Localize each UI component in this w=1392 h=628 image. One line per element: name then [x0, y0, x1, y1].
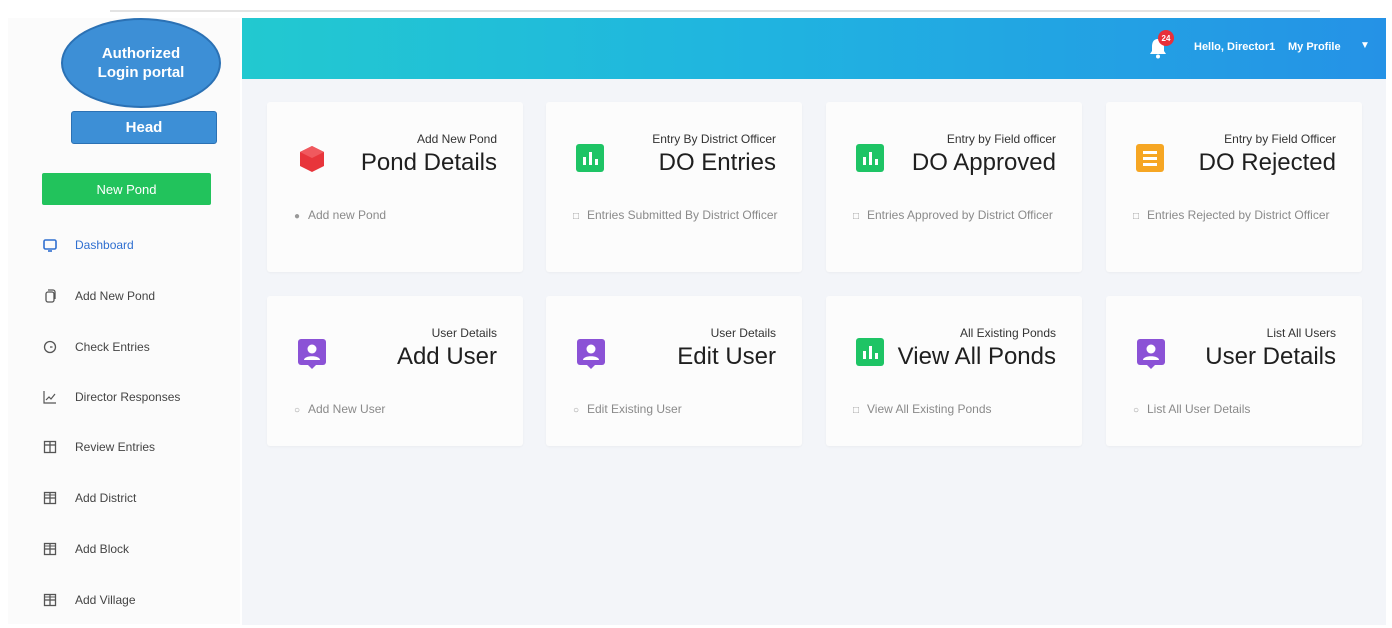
grid-icon	[42, 592, 58, 608]
card-title: View All Ponds	[897, 343, 1056, 370]
card-footer-text: Entries Rejected by District Officer	[1147, 208, 1330, 222]
card-subtitle: List All Users	[1266, 326, 1336, 340]
user-icon	[297, 338, 327, 369]
sidebar-item-label: Check Entries	[75, 340, 150, 354]
card-footer: □ Entries Approved by District Officer	[853, 206, 1058, 226]
sidebar-item-label: Add District	[75, 491, 137, 505]
card-footer-text: Add New User	[308, 402, 386, 416]
document-icon: □	[1133, 211, 1140, 222]
card-subtitle: User Details	[431, 326, 497, 340]
sidebar-item-label: Director Responses	[75, 390, 181, 404]
card-subtitle: Add New Pond	[416, 132, 497, 146]
sidebar-item-check-entries[interactable]: Check Entries	[8, 332, 240, 362]
circle-icon: ○	[573, 405, 580, 416]
card-footer: ● Add new Pond	[294, 206, 499, 226]
greeting-text: Hello, Director1	[1194, 41, 1276, 53]
my-profile-menu[interactable]: My Profile	[1288, 41, 1341, 53]
card-subtitle: Entry by Field Officer	[1224, 132, 1336, 146]
card-footer: ○ Add New User	[294, 400, 499, 420]
card-subtitle: Entry By District Officer	[652, 132, 776, 146]
bar-chart-icon	[576, 144, 606, 174]
dashboard-main: Add New Pond Pond Details ● Add new Pond …	[242, 79, 1386, 625]
card-footer-text: Add new Pond	[308, 208, 387, 222]
bar-chart-icon	[856, 144, 886, 174]
calendar-icon: □	[573, 211, 580, 222]
grid-icon	[42, 490, 58, 506]
chevron-down-icon[interactable]: ▼	[1360, 40, 1370, 51]
card-footer-text: Entries Submitted By District Officer	[587, 208, 778, 222]
bar-chart-icon	[856, 338, 886, 368]
circle-icon: ○	[294, 405, 301, 416]
copy-icon	[42, 288, 58, 304]
sidebar-item-dashboard[interactable]: Dashboard	[8, 230, 240, 260]
sidebar-item-label: Dashboard	[75, 238, 134, 252]
sidebar-item-add-district[interactable]: Add District	[8, 483, 240, 513]
card-title: Add User	[396, 343, 497, 370]
card-footer: □ Entries Rejected by District Officer	[1133, 206, 1338, 226]
columns-icon	[42, 439, 58, 455]
monitor-icon	[42, 237, 58, 253]
sidebar-item-director-responses[interactable]: Director Responses	[8, 382, 240, 412]
sidebar-item-label: Review Entries	[75, 440, 156, 454]
card-view-all-ponds[interactable]: All Existing Ponds View All Ponds □ View …	[826, 296, 1082, 446]
sidebar-item-add-block[interactable]: Add Block	[8, 534, 240, 564]
card-title: Edit User	[677, 343, 776, 370]
card-footer-text: Edit Existing User	[587, 402, 682, 416]
sidebar: Authorized Login portal Head New Pond Da…	[8, 18, 240, 624]
badge-line-1: Authorized	[101, 45, 181, 62]
sidebar-item-add-new-pond[interactable]: Add New Pond	[8, 281, 240, 311]
grid-icon	[42, 541, 58, 557]
card-footer: ○ List All User Details	[1133, 400, 1338, 420]
card-do-entries[interactable]: Entry By District Officer DO Entries □ En…	[546, 102, 802, 272]
card-pond-details[interactable]: Add New Pond Pond Details ● Add new Pond	[267, 102, 523, 272]
sidebar-item-label: Add New Pond	[75, 289, 156, 303]
card-title: DO Approved	[911, 149, 1056, 176]
card-subtitle: User Details	[710, 326, 776, 340]
card-subtitle: Entry by Field officer	[946, 132, 1056, 146]
card-footer: □ Entries Submitted By District Officer	[573, 206, 778, 226]
card-title: Pond Details	[360, 149, 497, 176]
head-button[interactable]: Head	[71, 111, 217, 144]
top-divider	[110, 10, 1320, 12]
sidebar-item-add-village[interactable]: Add Village	[8, 585, 240, 615]
card-user-details[interactable]: List All Users User Details ○ List All Us…	[1106, 296, 1362, 446]
circle-icon: ○	[1133, 405, 1140, 416]
sidebar-item-review-entries[interactable]: Review Entries	[8, 432, 240, 462]
card-footer: ○ Edit Existing User	[573, 400, 778, 420]
badge-line-2: Login portal	[97, 64, 185, 81]
list-icon	[1136, 144, 1166, 174]
card-title: DO Rejected	[1198, 149, 1336, 176]
card-title: DO Entries	[658, 149, 776, 176]
card-footer-text: View All Existing Ponds	[867, 402, 992, 416]
card-edit-user[interactable]: User Details Edit User ○ Edit Existing Us…	[546, 296, 802, 446]
card-footer: □ View All Existing Ponds	[853, 400, 1058, 420]
card-do-approved[interactable]: Entry by Field officer DO Approved □ Entr…	[826, 102, 1082, 272]
card-do-rejected[interactable]: Entry by Field Officer DO Rejected □ Entr…	[1106, 102, 1362, 272]
card-footer-text: Entries Approved by District Officer	[867, 208, 1053, 222]
cube-icon	[297, 144, 327, 174]
user-icon	[576, 338, 606, 369]
calendar-icon: □	[853, 405, 860, 416]
user-icon	[1136, 338, 1166, 369]
calendar-icon: □	[853, 211, 860, 222]
top-header: 24 Hello, Director1 My Profile ▼	[242, 18, 1386, 79]
sidebar-item-label: Add Village	[75, 593, 136, 607]
dot-icon: ●	[294, 211, 301, 222]
card-title: User Details	[1205, 343, 1336, 370]
chart-line-icon	[42, 389, 58, 405]
card-footer-text: List All User Details	[1147, 402, 1251, 416]
new-pond-button[interactable]: New Pond	[42, 173, 211, 205]
clock-icon	[42, 339, 58, 355]
notification-count-badge: 24	[1158, 30, 1174, 46]
card-add-user[interactable]: User Details Add User ○ Add New User	[267, 296, 523, 446]
authorized-login-portal-badge: Authorized Login portal	[61, 18, 221, 108]
sidebar-item-label: Add Block	[75, 542, 130, 556]
card-subtitle: All Existing Ponds	[959, 326, 1056, 340]
